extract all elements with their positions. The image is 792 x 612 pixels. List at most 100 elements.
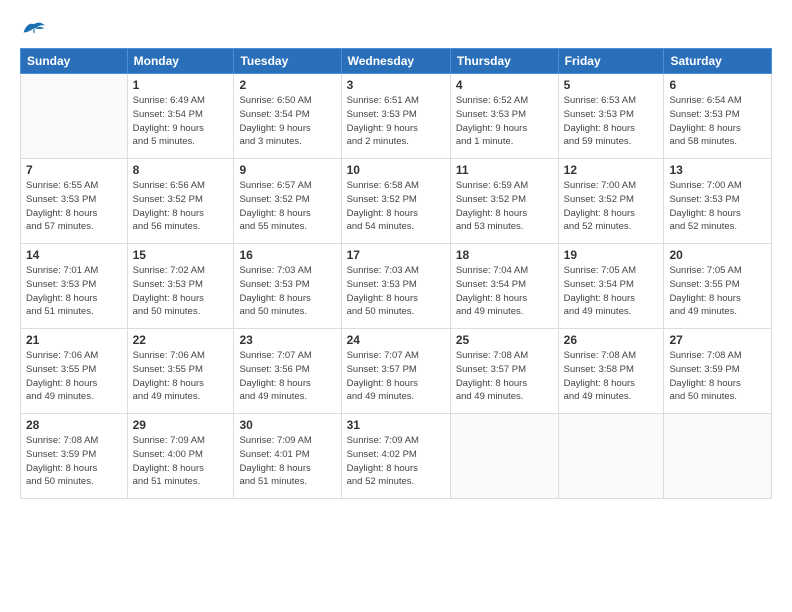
day-info: Sunrise: 7:01 AM Sunset: 3:53 PM Dayligh… <box>26 264 122 319</box>
day-number: 15 <box>133 248 229 262</box>
day-number: 16 <box>239 248 335 262</box>
header-area <box>20 18 772 40</box>
day-info: Sunrise: 6:59 AM Sunset: 3:52 PM Dayligh… <box>456 179 553 234</box>
day-cell-9: 9 Sunrise: 6:57 AM Sunset: 3:52 PM Daylig… <box>234 159 341 244</box>
day-cell-23: 23 Sunrise: 7:07 AM Sunset: 3:56 PM Dayli… <box>234 329 341 414</box>
day-cell-13: 13Sunrise: 7:00 AM Sunset: 3:53 PM Dayli… <box>664 159 772 244</box>
day-info: Sunrise: 6:49 AM Sunset: 3:54 PM Dayligh… <box>133 94 229 149</box>
week-row-1: 1 Sunrise: 6:49 AM Sunset: 3:54 PM Daylig… <box>21 74 772 159</box>
day-info: Sunrise: 7:00 AM Sunset: 3:52 PM Dayligh… <box>564 179 659 234</box>
day-cell-8: 8 Sunrise: 6:56 AM Sunset: 3:52 PM Daylig… <box>127 159 234 244</box>
day-cell-1: 1 Sunrise: 6:49 AM Sunset: 3:54 PM Daylig… <box>127 74 234 159</box>
day-cell-30: 30Sunrise: 7:09 AM Sunset: 4:01 PM Dayli… <box>234 414 341 499</box>
day-cell-12: 12 Sunrise: 7:00 AM Sunset: 3:52 PM Dayli… <box>558 159 664 244</box>
day-cell-11: 11 Sunrise: 6:59 AM Sunset: 3:52 PM Dayli… <box>450 159 558 244</box>
day-cell-7: 7Sunrise: 6:55 AM Sunset: 3:53 PM Daylig… <box>21 159 128 244</box>
day-info: Sunrise: 6:51 AM Sunset: 3:53 PM Dayligh… <box>347 94 445 149</box>
day-cell-5: 5 Sunrise: 6:53 AM Sunset: 3:53 PM Daylig… <box>558 74 664 159</box>
day-number: 31 <box>347 418 445 432</box>
weekday-header-row: SundayMondayTuesdayWednesdayThursdayFrid… <box>21 49 772 74</box>
day-number: 28 <box>26 418 122 432</box>
day-info: Sunrise: 7:05 AM Sunset: 3:54 PM Dayligh… <box>564 264 659 319</box>
day-info: Sunrise: 6:52 AM Sunset: 3:53 PM Dayligh… <box>456 94 553 149</box>
day-number: 5 <box>564 78 659 92</box>
day-number: 22 <box>133 333 229 347</box>
day-info: Sunrise: 6:54 AM Sunset: 3:53 PM Dayligh… <box>669 94 766 149</box>
day-info: Sunrise: 6:53 AM Sunset: 3:53 PM Dayligh… <box>564 94 659 149</box>
day-number: 14 <box>26 248 122 262</box>
logo-bird-icon <box>20 18 48 40</box>
day-number: 11 <box>456 163 553 177</box>
day-number: 1 <box>133 78 229 92</box>
day-cell-14: 14 Sunrise: 7:01 AM Sunset: 3:53 PM Dayli… <box>21 244 128 329</box>
week-row-3: 14 Sunrise: 7:01 AM Sunset: 3:53 PM Dayli… <box>21 244 772 329</box>
day-number: 24 <box>347 333 445 347</box>
day-number: 23 <box>239 333 335 347</box>
weekday-header-saturday: Saturday <box>664 49 772 74</box>
weekday-header-thursday: Thursday <box>450 49 558 74</box>
day-cell-24: 24 Sunrise: 7:07 AM Sunset: 3:57 PM Dayli… <box>341 329 450 414</box>
day-info: Sunrise: 6:56 AM Sunset: 3:52 PM Dayligh… <box>133 179 229 234</box>
day-number: 2 <box>239 78 335 92</box>
day-number: 12 <box>564 163 659 177</box>
day-info: Sunrise: 7:08 AM Sunset: 3:59 PM Dayligh… <box>669 349 766 404</box>
day-number: 18 <box>456 248 553 262</box>
day-number: 26 <box>564 333 659 347</box>
day-info: Sunrise: 7:08 AM Sunset: 3:57 PM Dayligh… <box>456 349 553 404</box>
empty-cell <box>21 74 128 159</box>
day-number: 30 <box>239 418 335 432</box>
day-cell-15: 15 Sunrise: 7:02 AM Sunset: 3:53 PM Dayli… <box>127 244 234 329</box>
day-info: Sunrise: 7:07 AM Sunset: 3:56 PM Dayligh… <box>239 349 335 404</box>
day-info: Sunrise: 6:50 AM Sunset: 3:54 PM Dayligh… <box>239 94 335 149</box>
day-cell-10: 10 Sunrise: 6:58 AM Sunset: 3:52 PM Dayli… <box>341 159 450 244</box>
day-number: 20 <box>669 248 766 262</box>
day-number: 9 <box>239 163 335 177</box>
week-row-4: 21 Sunrise: 7:06 AM Sunset: 3:55 PM Dayli… <box>21 329 772 414</box>
day-cell-2: 2 Sunrise: 6:50 AM Sunset: 3:54 PM Daylig… <box>234 74 341 159</box>
day-info: Sunrise: 7:09 AM Sunset: 4:00 PM Dayligh… <box>133 434 229 489</box>
day-info: Sunrise: 7:09 AM Sunset: 4:02 PM Dayligh… <box>347 434 445 489</box>
weekday-header-wednesday: Wednesday <box>341 49 450 74</box>
day-info: Sunrise: 6:57 AM Sunset: 3:52 PM Dayligh… <box>239 179 335 234</box>
page: SundayMondayTuesdayWednesdayThursdayFrid… <box>0 0 792 612</box>
day-cell-4: 4 Sunrise: 6:52 AM Sunset: 3:53 PM Daylig… <box>450 74 558 159</box>
day-info: Sunrise: 7:04 AM Sunset: 3:54 PM Dayligh… <box>456 264 553 319</box>
day-info: Sunrise: 7:05 AM Sunset: 3:55 PM Dayligh… <box>669 264 766 319</box>
day-number: 19 <box>564 248 659 262</box>
day-cell-18: 18 Sunrise: 7:04 AM Sunset: 3:54 PM Dayli… <box>450 244 558 329</box>
day-info: Sunrise: 7:03 AM Sunset: 3:53 PM Dayligh… <box>239 264 335 319</box>
day-cell-26: 26 Sunrise: 7:08 AM Sunset: 3:58 PM Dayli… <box>558 329 664 414</box>
day-number: 3 <box>347 78 445 92</box>
day-cell-20: 20 Sunrise: 7:05 AM Sunset: 3:55 PM Dayli… <box>664 244 772 329</box>
empty-cell <box>558 414 664 499</box>
week-row-5: 28 Sunrise: 7:08 AM Sunset: 3:59 PM Dayli… <box>21 414 772 499</box>
day-info: Sunrise: 7:07 AM Sunset: 3:57 PM Dayligh… <box>347 349 445 404</box>
week-row-2: 7Sunrise: 6:55 AM Sunset: 3:53 PM Daylig… <box>21 159 772 244</box>
day-info: Sunrise: 6:58 AM Sunset: 3:52 PM Dayligh… <box>347 179 445 234</box>
day-number: 27 <box>669 333 766 347</box>
day-cell-21: 21 Sunrise: 7:06 AM Sunset: 3:55 PM Dayli… <box>21 329 128 414</box>
day-number: 6 <box>669 78 766 92</box>
day-cell-19: 19 Sunrise: 7:05 AM Sunset: 3:54 PM Dayli… <box>558 244 664 329</box>
day-number: 21 <box>26 333 122 347</box>
day-number: 8 <box>133 163 229 177</box>
day-cell-31: 31 Sunrise: 7:09 AM Sunset: 4:02 PM Dayli… <box>341 414 450 499</box>
weekday-header-monday: Monday <box>127 49 234 74</box>
empty-cell <box>664 414 772 499</box>
day-info: Sunrise: 7:08 AM Sunset: 3:58 PM Dayligh… <box>564 349 659 404</box>
day-number: 10 <box>347 163 445 177</box>
day-number: 17 <box>347 248 445 262</box>
day-info: Sunrise: 6:55 AM Sunset: 3:53 PM Dayligh… <box>26 179 122 234</box>
day-cell-22: 22 Sunrise: 7:06 AM Sunset: 3:55 PM Dayli… <box>127 329 234 414</box>
day-info: Sunrise: 7:08 AM Sunset: 3:59 PM Dayligh… <box>26 434 122 489</box>
logo <box>20 18 52 40</box>
day-cell-28: 28 Sunrise: 7:08 AM Sunset: 3:59 PM Dayli… <box>21 414 128 499</box>
day-info: Sunrise: 7:03 AM Sunset: 3:53 PM Dayligh… <box>347 264 445 319</box>
day-info: Sunrise: 7:02 AM Sunset: 3:53 PM Dayligh… <box>133 264 229 319</box>
weekday-header-friday: Friday <box>558 49 664 74</box>
day-info: Sunrise: 7:06 AM Sunset: 3:55 PM Dayligh… <box>26 349 122 404</box>
day-cell-6: 6 Sunrise: 6:54 AM Sunset: 3:53 PM Daylig… <box>664 74 772 159</box>
day-info: Sunrise: 7:06 AM Sunset: 3:55 PM Dayligh… <box>133 349 229 404</box>
day-number: 4 <box>456 78 553 92</box>
day-cell-16: 16 Sunrise: 7:03 AM Sunset: 3:53 PM Dayli… <box>234 244 341 329</box>
